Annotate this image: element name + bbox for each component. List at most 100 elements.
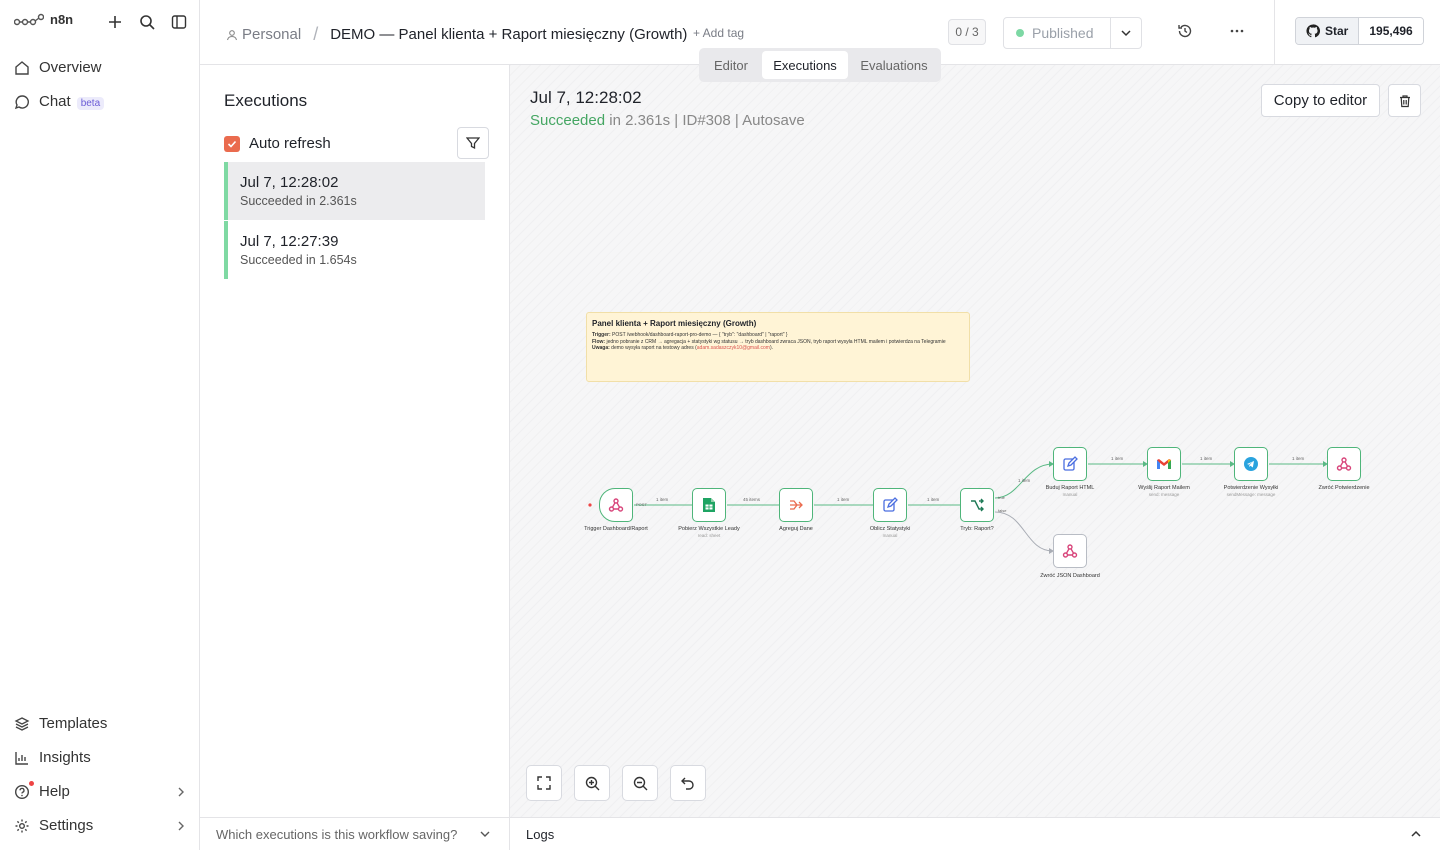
node-pobierz-wszystkie-leady[interactable] bbox=[692, 488, 726, 522]
sidebar-item-chat[interactable]: Chat beta bbox=[14, 93, 190, 110]
node-agreguj-dane[interactable] bbox=[779, 488, 813, 522]
auto-refresh-toggle[interactable]: Auto refresh bbox=[224, 135, 331, 152]
chevron-up-icon bbox=[1410, 828, 1422, 840]
node-wyslij-raport-mailem[interactable] bbox=[1147, 447, 1181, 481]
sidebar-item-label: Insights bbox=[39, 749, 91, 766]
sidebar-item-label: Settings bbox=[39, 817, 94, 834]
execution-status: Succeeded in 1.654s bbox=[240, 253, 357, 267]
node-zwroc-potwierdzenie[interactable] bbox=[1327, 447, 1361, 481]
fullscreen-icon bbox=[537, 776, 551, 790]
edge-label: 1 item bbox=[927, 497, 940, 502]
templates-icon bbox=[14, 716, 30, 732]
publish-dropdown-button[interactable] bbox=[1111, 17, 1142, 49]
zoom-in-icon bbox=[585, 776, 600, 791]
logs-panel[interactable]: Logs bbox=[510, 817, 1440, 850]
insights-icon bbox=[14, 750, 30, 766]
edge-label: true bbox=[998, 495, 1005, 500]
chevron-right-icon bbox=[176, 787, 186, 797]
fit-view-button[interactable] bbox=[526, 765, 562, 801]
executions-title: Executions bbox=[224, 91, 308, 110]
edit-icon bbox=[1062, 456, 1078, 472]
edit-icon bbox=[882, 497, 898, 513]
edge-label: 1 item bbox=[1018, 478, 1031, 483]
add-tag-button[interactable]: + Add tag bbox=[693, 26, 744, 40]
executions-panel: Executions Auto refresh Jul 7, 12:28:02 … bbox=[200, 65, 510, 850]
home-icon bbox=[14, 60, 30, 76]
beta-badge: beta bbox=[76, 97, 105, 110]
node-potwierdzenie-wysylki[interactable] bbox=[1234, 447, 1268, 481]
node-tryb-raport[interactable] bbox=[960, 488, 994, 522]
github-star-button[interactable]: Star 195,496 bbox=[1295, 17, 1424, 45]
sidebar-item-settings[interactable]: Settings bbox=[14, 817, 190, 834]
user-icon bbox=[226, 29, 238, 41]
divider bbox=[1274, 0, 1275, 64]
publish-button[interactable]: Published bbox=[1003, 17, 1111, 49]
node-oblicz-statystyki[interactable] bbox=[873, 488, 907, 522]
plus-icon[interactable] bbox=[106, 13, 124, 31]
sidebar-item-help[interactable]: Help bbox=[14, 780, 190, 800]
sheets-icon bbox=[702, 497, 716, 513]
project-link[interactable]: Personal bbox=[226, 26, 301, 43]
chevron-down-icon bbox=[1120, 27, 1132, 39]
help-icon bbox=[14, 780, 34, 800]
sidebar-item-overview[interactable]: Overview bbox=[14, 59, 190, 76]
tab-executions[interactable]: Executions bbox=[762, 51, 848, 79]
edge-label: 1 item bbox=[1200, 456, 1213, 461]
chat-icon bbox=[14, 94, 30, 110]
project-name: Personal bbox=[242, 26, 302, 43]
telegram-icon bbox=[1243, 456, 1259, 472]
sidebar: n8n Overview Chat beta Templates Insights… bbox=[0, 0, 200, 850]
edge-label: 45 items bbox=[743, 497, 761, 502]
node-trigger-dashboard-raport[interactable] bbox=[599, 488, 633, 522]
n8n-logo[interactable]: n8n bbox=[14, 12, 73, 27]
sidebar-item-insights[interactable]: Insights bbox=[14, 749, 190, 766]
execution-item[interactable]: Jul 7, 12:27:39 Succeeded in 1.654s bbox=[224, 221, 485, 279]
sidebar-item-label: Templates bbox=[39, 715, 108, 732]
zoom-out-button[interactable] bbox=[622, 765, 658, 801]
workflow-canvas[interactable]: Jul 7, 12:28:02 Succeeded in 2.361s | ID… bbox=[510, 65, 1440, 817]
workflow-title[interactable]: DEMO — Panel klienta + Raport miesięczny… bbox=[330, 26, 687, 43]
edge-label: 1 item bbox=[1292, 456, 1305, 461]
execution-status: Succeeded in 2.361s bbox=[240, 194, 357, 208]
sidebar-item-templates[interactable]: Templates bbox=[14, 715, 190, 732]
github-star-label: Star bbox=[1325, 24, 1349, 38]
active-count-badge: 0 / 3 bbox=[948, 19, 986, 45]
reset-zoom-button[interactable] bbox=[670, 765, 706, 801]
executions-saving-info[interactable]: Which executions is this workflow saving… bbox=[200, 817, 509, 850]
auto-refresh-label: Auto refresh bbox=[249, 135, 331, 152]
node-sub: read: sheet bbox=[697, 533, 721, 538]
edge-label: 1 item bbox=[1111, 456, 1124, 461]
zoom-out-icon bbox=[633, 776, 648, 791]
node-buduj-raport-html[interactable] bbox=[1053, 447, 1087, 481]
sidebar-item-label: Chat bbox=[39, 93, 71, 110]
tab-editor[interactable]: Editor bbox=[702, 51, 760, 79]
webhook-icon bbox=[1336, 456, 1352, 472]
node-label: Zwróć Potwierdzenie bbox=[1318, 485, 1370, 491]
executions-saving-label: Which executions is this workflow saving… bbox=[216, 826, 458, 842]
execution-date: Jul 7, 12:28:02 bbox=[240, 174, 339, 191]
node-sub: sendMessage: message bbox=[1226, 492, 1276, 497]
filter-button[interactable] bbox=[457, 127, 489, 159]
sidebar-toggle-icon[interactable] bbox=[170, 13, 188, 31]
trigger-marker bbox=[588, 503, 592, 507]
history-icon[interactable] bbox=[1177, 23, 1193, 39]
zoom-in-button[interactable] bbox=[574, 765, 610, 801]
search-icon[interactable] bbox=[138, 13, 156, 31]
more-options-icon[interactable] bbox=[1229, 22, 1245, 38]
github-star-count: 195,496 bbox=[1359, 18, 1423, 44]
breadcrumb-separator: / bbox=[313, 24, 319, 44]
edge-label: 1 item bbox=[656, 497, 669, 502]
execution-item[interactable]: Jul 7, 12:28:02 Succeeded in 2.361s bbox=[224, 162, 485, 220]
workflow-connections bbox=[588, 461, 1328, 554]
edge-label: POST bbox=[636, 502, 647, 507]
webhook-icon bbox=[608, 497, 624, 513]
webhook-icon bbox=[1062, 543, 1078, 559]
gmail-icon bbox=[1156, 458, 1172, 470]
node-zwroc-json-dashboard[interactable] bbox=[1053, 534, 1087, 568]
tab-evaluations[interactable]: Evaluations bbox=[850, 51, 938, 79]
node-label: Zwróć JSON Dashboard bbox=[1040, 573, 1100, 579]
view-tabs: Editor Executions Evaluations bbox=[699, 48, 941, 82]
chevron-right-icon bbox=[176, 821, 186, 831]
auto-refresh-checkbox[interactable] bbox=[224, 135, 240, 152]
if-icon bbox=[969, 497, 985, 513]
